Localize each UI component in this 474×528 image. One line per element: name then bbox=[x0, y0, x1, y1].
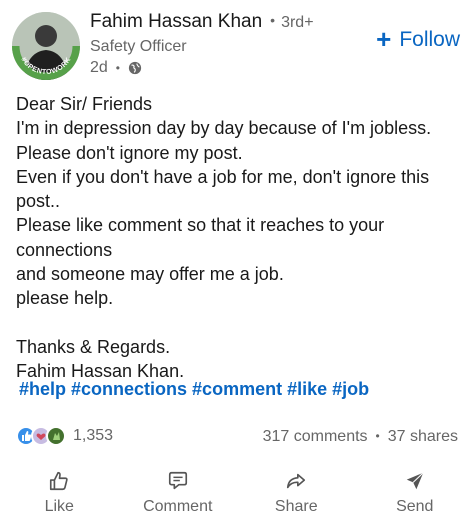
post-time: 2d • bbox=[90, 59, 142, 77]
comment-button[interactable]: Comment bbox=[119, 470, 238, 522]
post-line: Thanks & Regards. bbox=[16, 336, 171, 357]
post-line: post.. bbox=[16, 191, 61, 212]
reaction-count: 1,353 bbox=[73, 427, 114, 444]
time-separator: • bbox=[115, 61, 120, 75]
comment-label: Comment bbox=[143, 498, 213, 515]
post-line: I'm in depression day by day because of … bbox=[16, 118, 432, 139]
comments-shares: 317 comments • 37 shares bbox=[263, 428, 458, 446]
post-line: Please don't ignore my post. bbox=[16, 142, 243, 163]
avatar[interactable]: #OPENTOWORK bbox=[12, 12, 80, 80]
send-button[interactable]: Send bbox=[356, 470, 474, 522]
author-headline: Safety Officer bbox=[90, 38, 187, 55]
count-separator: • bbox=[375, 429, 380, 443]
post-line bbox=[16, 311, 466, 335]
post-line: Even if you don't have a job for me, don… bbox=[16, 166, 430, 187]
send-label: Send bbox=[396, 498, 434, 515]
post-text: Dear Sir/ Friends I'm in depression day … bbox=[16, 92, 466, 384]
follow-label: Follow bbox=[399, 28, 460, 51]
plus-icon: + bbox=[376, 24, 392, 54]
post-line: please help. bbox=[16, 288, 114, 309]
like-label: Like bbox=[44, 498, 74, 515]
social-counts: 1,353 317 comments • 37 shares bbox=[0, 424, 474, 450]
hashtag-comment[interactable]: #comment bbox=[192, 379, 282, 399]
hashtag-connections[interactable]: #connections bbox=[71, 379, 187, 399]
send-icon bbox=[406, 472, 424, 490]
author-name[interactable]: Fahim Hassan Khan bbox=[90, 11, 262, 32]
post-line: connections bbox=[16, 239, 113, 260]
degree-separator: • bbox=[270, 12, 276, 28]
post-line: Please like comment so that it reaches t… bbox=[16, 215, 385, 236]
like-button[interactable]: Like bbox=[0, 470, 119, 522]
author-name-line: Fahim Hassan Khan • 3rd+ bbox=[90, 11, 314, 33]
hashtag-help[interactable]: #help bbox=[19, 379, 66, 399]
follow-button[interactable]: + Follow bbox=[376, 24, 460, 54]
hashtag-job[interactable]: #job bbox=[332, 379, 369, 399]
share-button[interactable]: Share bbox=[237, 470, 356, 522]
post-age: 2d bbox=[90, 59, 108, 76]
share-label: Share bbox=[274, 498, 318, 515]
shares-count[interactable]: 37 shares bbox=[388, 428, 458, 445]
comment-icon bbox=[168, 471, 187, 490]
globe-icon bbox=[128, 61, 142, 75]
thumbs-up-icon bbox=[50, 471, 68, 491]
post-header: #OPENTOWORK Fahim Hassan Khan • 3rd+ Safet… bbox=[0, 0, 474, 86]
share-arrow-icon bbox=[287, 473, 306, 489]
open-to-work-avatar-icon: #OPENTOWORK bbox=[12, 12, 80, 80]
hashtag-like[interactable]: #like bbox=[287, 379, 327, 399]
connection-degree: 3rd+ bbox=[281, 14, 314, 31]
comments-count[interactable]: 317 comments bbox=[263, 428, 368, 445]
reactions-summary[interactable]: 1,353 bbox=[16, 426, 113, 446]
post-line: and someone may offer me a job. bbox=[16, 264, 284, 285]
hashtag-list: #help #connections #comment #like #job bbox=[19, 379, 374, 400]
post-line: Dear Sir/ Friends bbox=[16, 94, 153, 114]
celebrate-reaction-icon bbox=[46, 426, 66, 446]
action-bar: Like Comment Share Send bbox=[0, 470, 474, 522]
